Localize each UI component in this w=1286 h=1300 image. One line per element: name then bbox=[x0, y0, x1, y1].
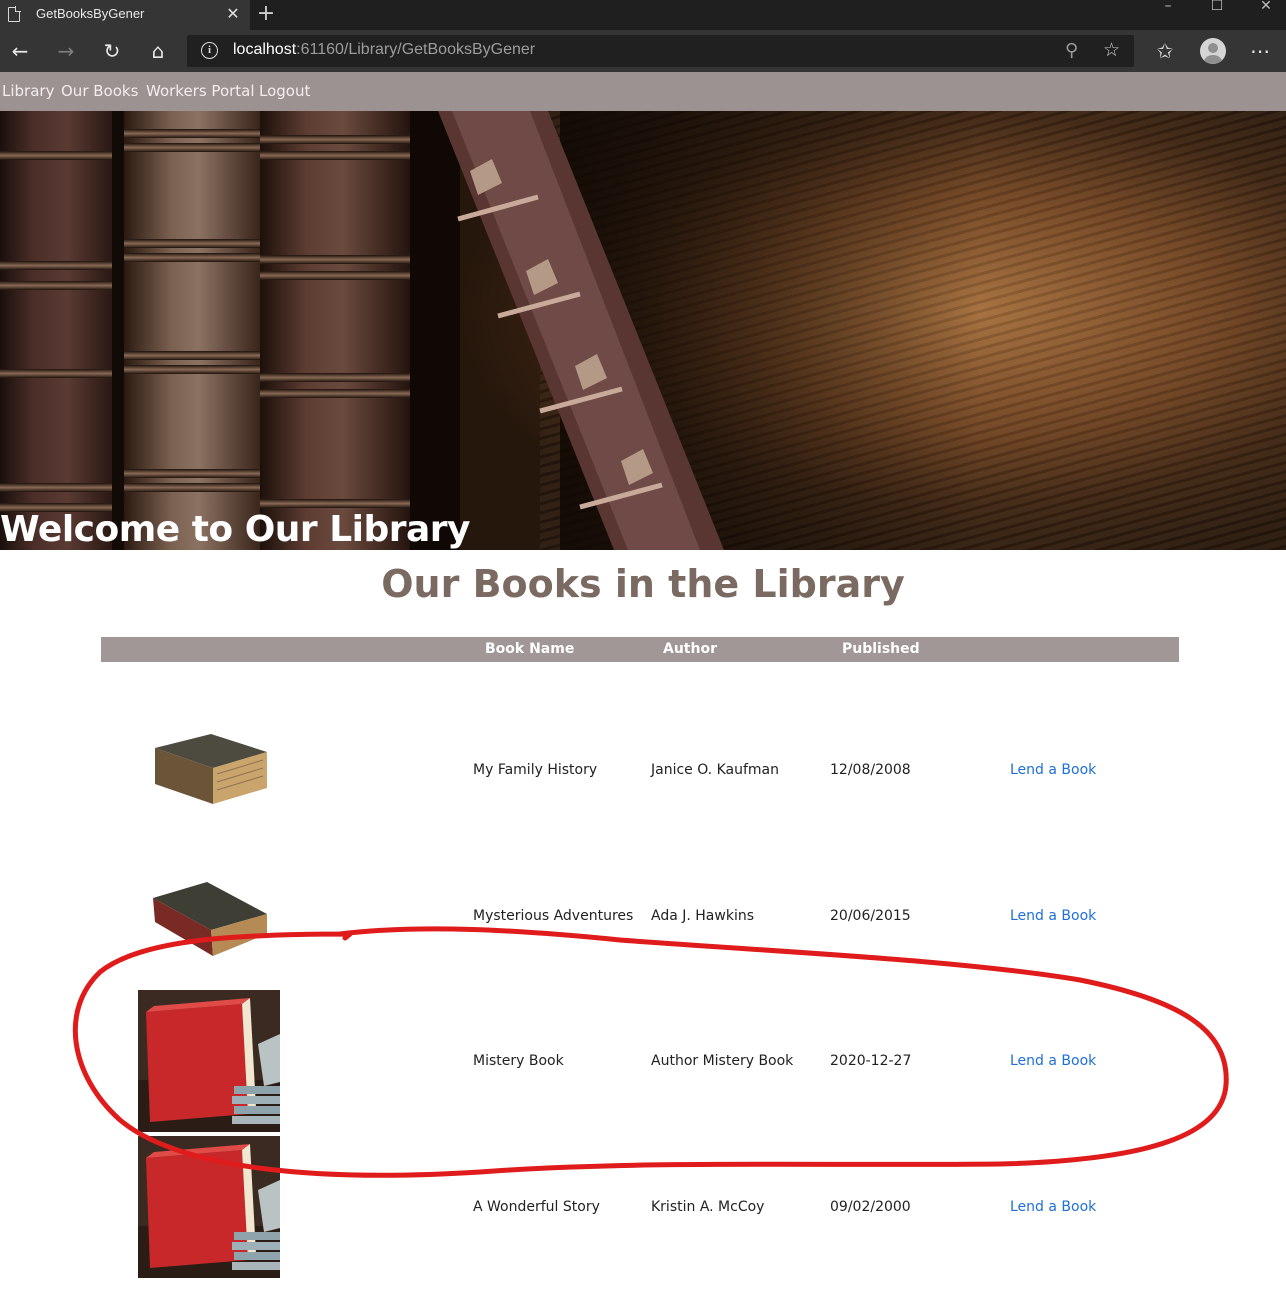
nav-library[interactable]: Library bbox=[2, 82, 54, 100]
tab-title: GetBooksByGener bbox=[36, 6, 145, 21]
book-name: Mistery Book bbox=[473, 1053, 564, 1069]
book-author: Author Mistery Book bbox=[651, 1053, 794, 1069]
book-name: My Family History bbox=[473, 762, 598, 778]
refresh-icon[interactable]: ↻ bbox=[99, 38, 125, 64]
hero-banner: Welcome to Our Library bbox=[0, 111, 1286, 550]
star-icon[interactable]: ☆ bbox=[1103, 39, 1120, 61]
address-bar[interactable]: i localhost:61160/Library/GetBooksByGene… bbox=[187, 35, 1134, 67]
more-icon[interactable]: ⋯ bbox=[1247, 38, 1273, 64]
nav-workers-portal[interactable]: Workers Portal bbox=[146, 82, 255, 100]
column-header-published: Published bbox=[842, 641, 920, 657]
column-header-author: Author bbox=[663, 641, 717, 657]
book-name: Mysterious Adventures bbox=[473, 908, 634, 924]
column-header-book-name: Book Name bbox=[485, 641, 575, 657]
book-thumbnail bbox=[138, 990, 280, 1132]
leaning-book-image bbox=[438, 111, 724, 550]
book-published: 2020-12-27 bbox=[830, 1053, 912, 1069]
lend-book-link[interactable]: Lend a Book bbox=[1010, 908, 1096, 924]
plus-icon[interactable]: + bbox=[256, 1, 276, 27]
nav-logout[interactable]: Logout bbox=[259, 82, 310, 100]
home-icon[interactable]: ⌂ bbox=[145, 38, 171, 64]
book-author: Kristin A. McCoy bbox=[651, 1199, 765, 1215]
lend-book-link[interactable]: Lend a Book bbox=[1010, 1053, 1096, 1069]
book-thumbnail bbox=[153, 882, 267, 956]
forward-icon[interactable]: → bbox=[53, 38, 79, 64]
lend-book-link[interactable]: Lend a Book bbox=[1010, 762, 1096, 778]
zoom-icon[interactable]: ⚲ bbox=[1065, 40, 1078, 61]
book-thumbnail bbox=[155, 734, 267, 804]
book-published: 20/06/2015 bbox=[830, 908, 911, 924]
page-title: Our Books in the Library bbox=[381, 562, 905, 606]
favorites-icon[interactable]: ✩ bbox=[1152, 38, 1178, 64]
minimize-icon[interactable]: – bbox=[1158, 0, 1178, 14]
book-author: Ada J. Hawkins bbox=[651, 908, 754, 924]
table-header: Book Name Author Published bbox=[101, 637, 1179, 662]
book-published: 12/08/2008 bbox=[830, 762, 911, 778]
window-close-icon[interactable]: ✕ bbox=[1256, 0, 1276, 14]
url-text[interactable]: localhost:61160/Library/GetBooksByGener bbox=[233, 41, 535, 59]
profile-icon[interactable] bbox=[1200, 38, 1226, 64]
maximize-icon[interactable]: ☐ bbox=[1207, 0, 1227, 14]
book-author: Janice O. Kaufman bbox=[651, 762, 779, 778]
back-icon[interactable]: ← bbox=[7, 38, 33, 64]
browser-toolbar: ← → ↻ ⌂ i localhost:61160/Library/GetBoo… bbox=[0, 30, 1286, 72]
table-row: Mysterious Adventures Ada J. Hawkins 20/… bbox=[101, 844, 1179, 990]
book-name: A Wonderful Story bbox=[473, 1199, 600, 1215]
table-row: Mistery Book Author Mistery Book 2020-12… bbox=[101, 989, 1179, 1135]
book-thumbnail bbox=[138, 1136, 280, 1278]
site-nav: Library Our Books Workers Portal Logout bbox=[0, 72, 1286, 111]
hero-title: Welcome to Our Library bbox=[0, 509, 471, 550]
nav-our-books[interactable]: Our Books bbox=[61, 82, 138, 100]
browser-tab[interactable]: GetBooksByGener ✕ bbox=[0, 0, 250, 30]
info-icon[interactable]: i bbox=[201, 42, 218, 59]
table-row: A Wonderful Story Kristin A. McCoy 09/02… bbox=[101, 1135, 1179, 1281]
table-row: My Family History Janice O. Kaufman 12/0… bbox=[101, 698, 1179, 844]
page-icon bbox=[8, 6, 21, 22]
lend-book-link[interactable]: Lend a Book bbox=[1010, 1199, 1096, 1215]
book-published: 09/02/2000 bbox=[830, 1199, 911, 1215]
browser-titlebar: GetBooksByGener ✕ + – ☐ ✕ bbox=[0, 0, 1286, 30]
close-icon[interactable]: ✕ bbox=[224, 4, 242, 24]
